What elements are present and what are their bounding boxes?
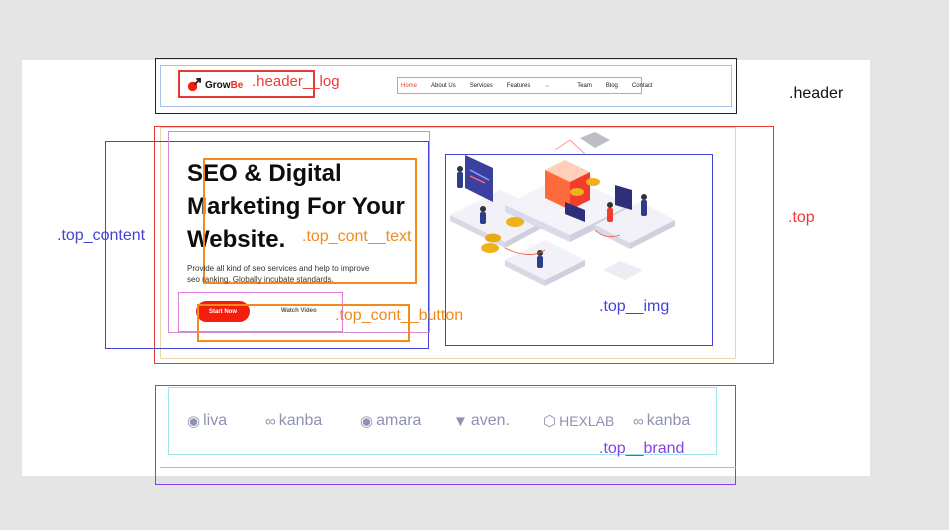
puzzle-icon: ◉: [187, 413, 201, 430]
annotation-top-cont-button: .top_cont__button: [335, 307, 464, 324]
brand-hexlab-name: HEXLAB: [559, 413, 615, 429]
brand-kanba-2-name: kanba: [646, 412, 691, 429]
annotation-header-logo: .header__log: [252, 73, 340, 90]
annotation-top-content: .top_content: [57, 227, 146, 244]
brand-liva: ◉ liva: [187, 412, 227, 430]
nav-home[interactable]: Home: [401, 83, 417, 89]
nav-blog[interactable]: Blog: [606, 83, 618, 89]
logo-text-accent: Be: [230, 79, 244, 91]
main-nav: Home About Us Services Features ⌵ Team Bl…: [401, 82, 667, 90]
brand-kanba: ∞ kanba: [265, 412, 322, 430]
trefoil-icon: ∞: [265, 412, 276, 430]
bird-icon: ▼: [453, 412, 468, 430]
brand-amara-name: amara: [376, 412, 422, 429]
brand-kanba-2: ∞ kanba: [633, 412, 690, 430]
logo-text: GrowBe: [205, 80, 243, 91]
nav-features[interactable]: Features ⌵: [507, 83, 563, 89]
nav-contact[interactable]: Contact: [632, 83, 653, 89]
hero-title-line-1: SEO & Digital: [187, 160, 342, 187]
annotation-top: .top: [788, 209, 815, 226]
nav-services[interactable]: Services: [470, 83, 493, 89]
annotation-top-cont-text: .top_cont__text: [302, 228, 412, 245]
brand-kanba-name: kanba: [278, 412, 323, 429]
hero-description-line-2: seo ranking. Globally incubate standards…: [187, 275, 334, 284]
brand-aven-name: aven.: [470, 412, 510, 429]
chevron-down-icon: ⌵: [545, 83, 550, 89]
annotation-top-brand: .top__brand: [599, 440, 685, 457]
a-circle-icon: ◉: [360, 413, 374, 430]
hero-title-line-2: Marketing For Your: [187, 193, 405, 220]
watch-video-button[interactable]: Watch Video: [281, 308, 317, 314]
logo-text-prefix: Grow: [205, 79, 231, 91]
annotation-header: .header: [789, 85, 844, 102]
start-now-button[interactable]: Start Now: [196, 301, 250, 322]
seo-illustration: [450, 132, 675, 286]
rocket-logo-icon: [187, 77, 201, 91]
brand-liva-name: liva: [203, 412, 228, 429]
brand-aven: ▼ aven.: [453, 412, 510, 430]
hero-description-line-1: Provide all kind of seo services and hel…: [187, 264, 370, 273]
brand-hexlab: ⬡ HEXLAB: [543, 412, 614, 430]
nav-about[interactable]: About Us: [431, 83, 456, 89]
hero-description: Provide all kind of seo services and hel…: [187, 263, 417, 285]
trefoil-icon: ∞: [633, 412, 644, 430]
nav-features-label: Features: [506, 83, 531, 89]
annotation-top-img: .top__img: [599, 298, 670, 315]
nav-team[interactable]: Team: [577, 83, 592, 89]
brand-amara: ◉ amara: [360, 412, 421, 430]
top-brand-bottom-strip: [156, 476, 735, 484]
hexagon-icon: ⬡: [543, 413, 557, 430]
